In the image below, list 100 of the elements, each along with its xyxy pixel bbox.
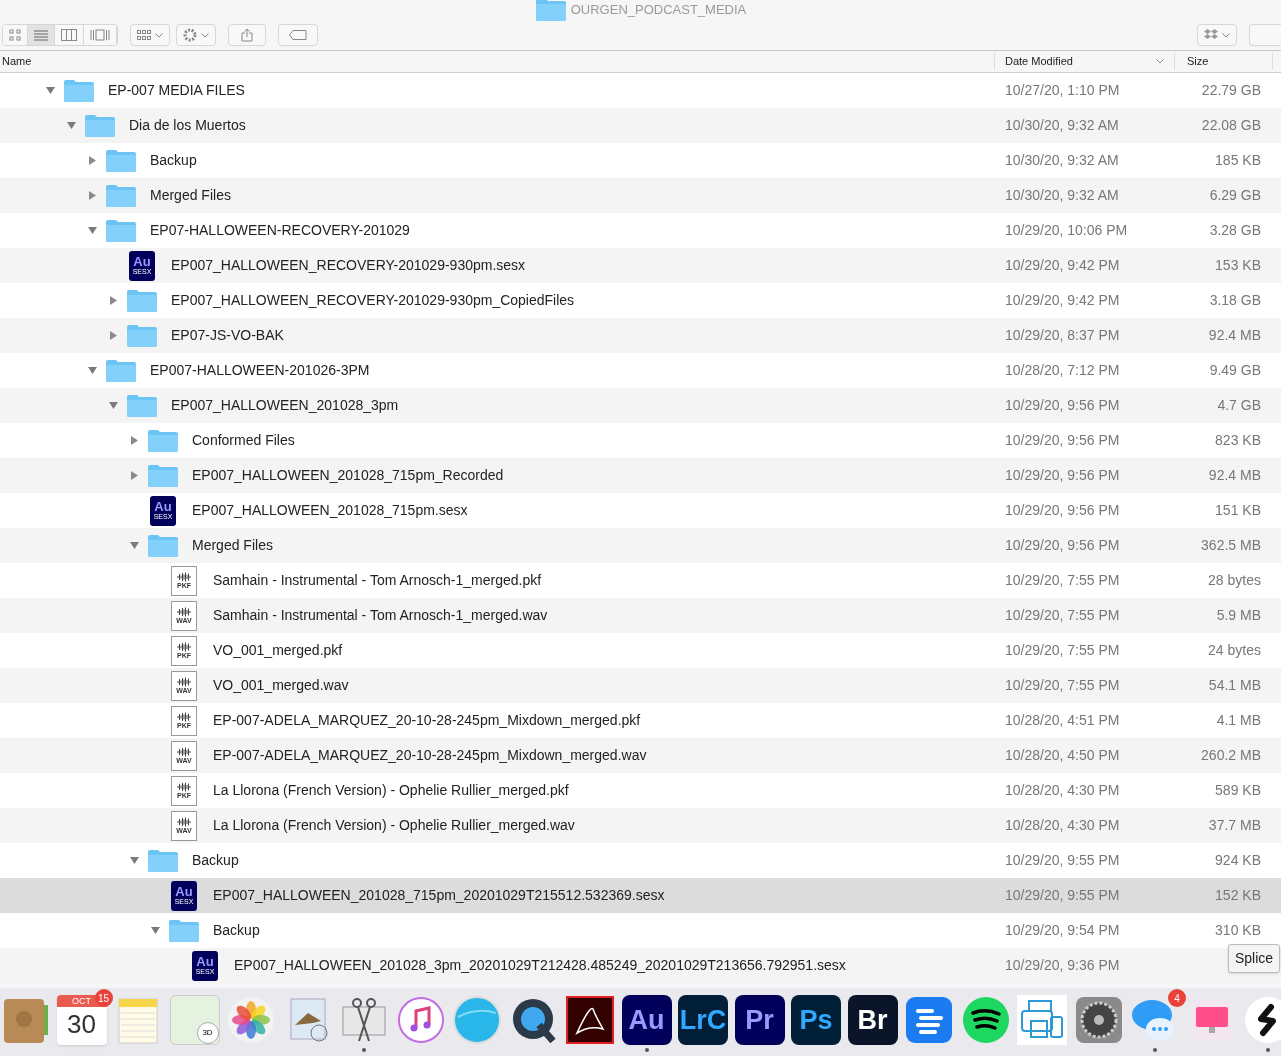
file-name: EP07-JS-VO-BAK — [171, 326, 284, 345]
three-d-label: 3D — [196, 1022, 219, 1044]
date-modified: 10/27/20, 1:10 PM — [1005, 81, 1121, 100]
file-name: La Llorona (French Version) - Ophelie Rullier_merged.wav — [213, 816, 575, 835]
date-modified: 10/29/20, 9:55 PM — [1005, 851, 1121, 870]
file-row[interactable]: Backup 10/30/20, 9:32 AM 185 KB — [0, 143, 1281, 178]
dropbox-icon — [1204, 29, 1218, 41]
app-tile-icon[interactable]: Pr — [734, 995, 785, 1045]
printer-icon[interactable] — [1017, 995, 1067, 1045]
file-row[interactable]: Conformed Files 10/29/20, 9:56 PM 823 KB — [0, 423, 1281, 458]
expand-triangle-icon[interactable] — [129, 471, 139, 480]
file-size: 92.4 MB — [1208, 326, 1261, 345]
file-size: 4.7 GB — [1217, 396, 1261, 415]
collapse-triangle-icon[interactable] — [129, 856, 139, 865]
folder-icon — [126, 393, 158, 418]
date-modified: 10/29/20, 9:42 PM — [1005, 291, 1121, 310]
acrobat-icon[interactable] — [565, 995, 615, 1045]
map-icon[interactable]: 3D — [169, 995, 220, 1045]
folder-icon — [63, 78, 95, 103]
expand-triangle-icon[interactable] — [129, 436, 139, 445]
folder-icon — [105, 148, 137, 173]
file-name: EP007_HALLOWEEN_201028_715pm.sesx — [192, 501, 468, 520]
collapse-triangle-icon[interactable] — [87, 366, 97, 375]
expand-triangle-icon[interactable] — [87, 156, 97, 165]
column-header[interactable]: Date Modified — [995, 53, 1175, 70]
circle-icon[interactable] — [452, 995, 502, 1045]
date-modified: 10/29/20, 9:55 PM — [1005, 886, 1121, 905]
file-size: 185 KB — [1215, 151, 1261, 170]
date-modified: 10/29/20, 9:56 PM — [1005, 431, 1121, 450]
list-view-icon — [34, 29, 48, 41]
file-size: 5.9 MB — [1216, 606, 1261, 625]
app-tile-icon[interactable]: Ps — [791, 995, 841, 1045]
file-row[interactable]: EP007-HALLOWEEN-201026-3PM 10/28/20, 7:12 PM 9.49 GB — [0, 353, 1281, 388]
file-size: 3.18 GB — [1209, 291, 1261, 310]
collapse-triangle-icon[interactable] — [45, 86, 55, 95]
date-modified: 10/29/20, 9:42 PM — [1005, 256, 1121, 275]
file-size: 92.4 MB — [1208, 466, 1261, 485]
expand-triangle-icon[interactable] — [108, 296, 118, 305]
collapse-triangle-icon[interactable] — [150, 926, 160, 935]
date-modified: 10/29/20, 7:55 PM — [1005, 571, 1121, 590]
file-size: 310 KB — [1215, 921, 1261, 940]
folder-icon — [147, 463, 179, 488]
file-name: EP007_HALLOWEEN_201028_3pm_20201029T212428.485249_20201029T213656.792951.sesx — [234, 956, 846, 975]
view-mode-button[interactable] — [28, 25, 55, 45]
date-modified: 10/28/20, 7:12 PM — [1005, 361, 1121, 380]
file-name: Backup — [192, 851, 239, 870]
spotify-icon[interactable] — [960, 995, 1011, 1045]
file-row[interactable]: Backup 10/29/20, 9:54 PM 310 KB — [0, 913, 1281, 948]
gallery-view-icon — [90, 29, 110, 41]
folder-icon — [84, 113, 116, 138]
file-row[interactable]: Backup 10/29/20, 9:55 PM 924 KB — [0, 843, 1281, 878]
view-mode-button[interactable] — [3, 25, 28, 45]
app-tile-icon[interactable]: Br — [847, 995, 898, 1045]
collapse-triangle-icon[interactable] — [129, 541, 139, 550]
file-name: EP007_HALLOWEEN_RECOVERY-201029-930pm.sesx — [171, 256, 526, 275]
share-icon — [241, 28, 253, 42]
file-name: La Llorona (French Version) - Ophelie Rullier_merged.pkf — [213, 781, 569, 800]
collapse-triangle-icon[interactable] — [108, 401, 118, 410]
file-name: EP007_HALLOWEEN_RECOVERY-201029-930pm_CopiedFiles — [171, 291, 575, 310]
date-modified: 10/30/20, 9:32 AM — [1005, 186, 1120, 205]
view-mode-button[interactable] — [84, 25, 117, 45]
view-mode-button[interactable] — [55, 25, 84, 45]
app-tile-icon[interactable]: LrC — [678, 995, 728, 1045]
file-name: EP007_HALLOWEEN_201028_3pm — [171, 396, 399, 415]
settings-icon — [183, 28, 197, 42]
chevron-down-icon — [1222, 32, 1230, 38]
file-row[interactable]: EP07-HALLOWEEN-RECOVERY-201029 10/29/20, 10:06 PM 3.28 GB — [0, 213, 1281, 248]
file-row[interactable]: EP-007 MEDIA FILES 10/27/20, 1:10 PM 22.79 GB — [0, 73, 1281, 108]
splice-icon[interactable] — [1243, 995, 1281, 1045]
column-header[interactable]: Name — [0, 53, 995, 70]
flower-icon[interactable] — [226, 995, 276, 1045]
collapse-triangle-icon[interactable] — [66, 121, 76, 130]
gear-icon[interactable] — [1073, 995, 1124, 1045]
file-size: 24 bytes — [1208, 641, 1261, 660]
file-name: EP-007-ADELA_MARQUEZ_20-10-28-245pm_Mixdown_merged.wav — [213, 746, 647, 765]
file-name: EP007_HALLOWEEN_201028_715pm_Recorded — [192, 466, 504, 485]
calendar-day: 30 — [67, 1007, 96, 1041]
date-modified: 10/28/20, 4:50 PM — [1005, 746, 1121, 765]
music-note-icon[interactable] — [395, 995, 446, 1045]
group-button[interactable] — [130, 24, 170, 46]
file-size: 589 KB — [1215, 781, 1261, 800]
app-tile-icon[interactable]: Au — [621, 995, 672, 1045]
file-name: EP007_HALLOWEEN_201028_715pm_20201029T215512.532369.sesx — [213, 886, 665, 905]
expand-triangle-icon[interactable] — [108, 331, 118, 340]
column-header[interactable]: Size — [1175, 53, 1273, 70]
date-modified: 10/29/20, 9:56 PM — [1005, 501, 1121, 520]
file-size: 152 KB — [1215, 886, 1261, 905]
dropbox-button[interactable] — [1197, 24, 1237, 46]
action-button[interactable] — [176, 24, 216, 46]
date-modified: 10/29/20, 9:36 PM — [1005, 956, 1121, 975]
date-modified: 10/29/20, 9:56 PM — [1005, 466, 1121, 485]
search-field[interactable] — [1249, 24, 1281, 46]
file-size: 362.5 MB — [1201, 536, 1261, 555]
file-name: Backup — [150, 151, 197, 170]
tag-button[interactable] — [278, 24, 318, 46]
collapse-triangle-icon[interactable] — [87, 226, 97, 235]
folder-icon — [105, 183, 137, 208]
file-row[interactable]: EP007_HALLOWEEN_RECOVERY-201029-930pm_CopiedFiles 10/29/20, 9:42 PM 3.18 GB — [0, 283, 1281, 318]
expand-triangle-icon[interactable] — [87, 191, 97, 200]
striped-d-icon[interactable] — [904, 995, 954, 1045]
